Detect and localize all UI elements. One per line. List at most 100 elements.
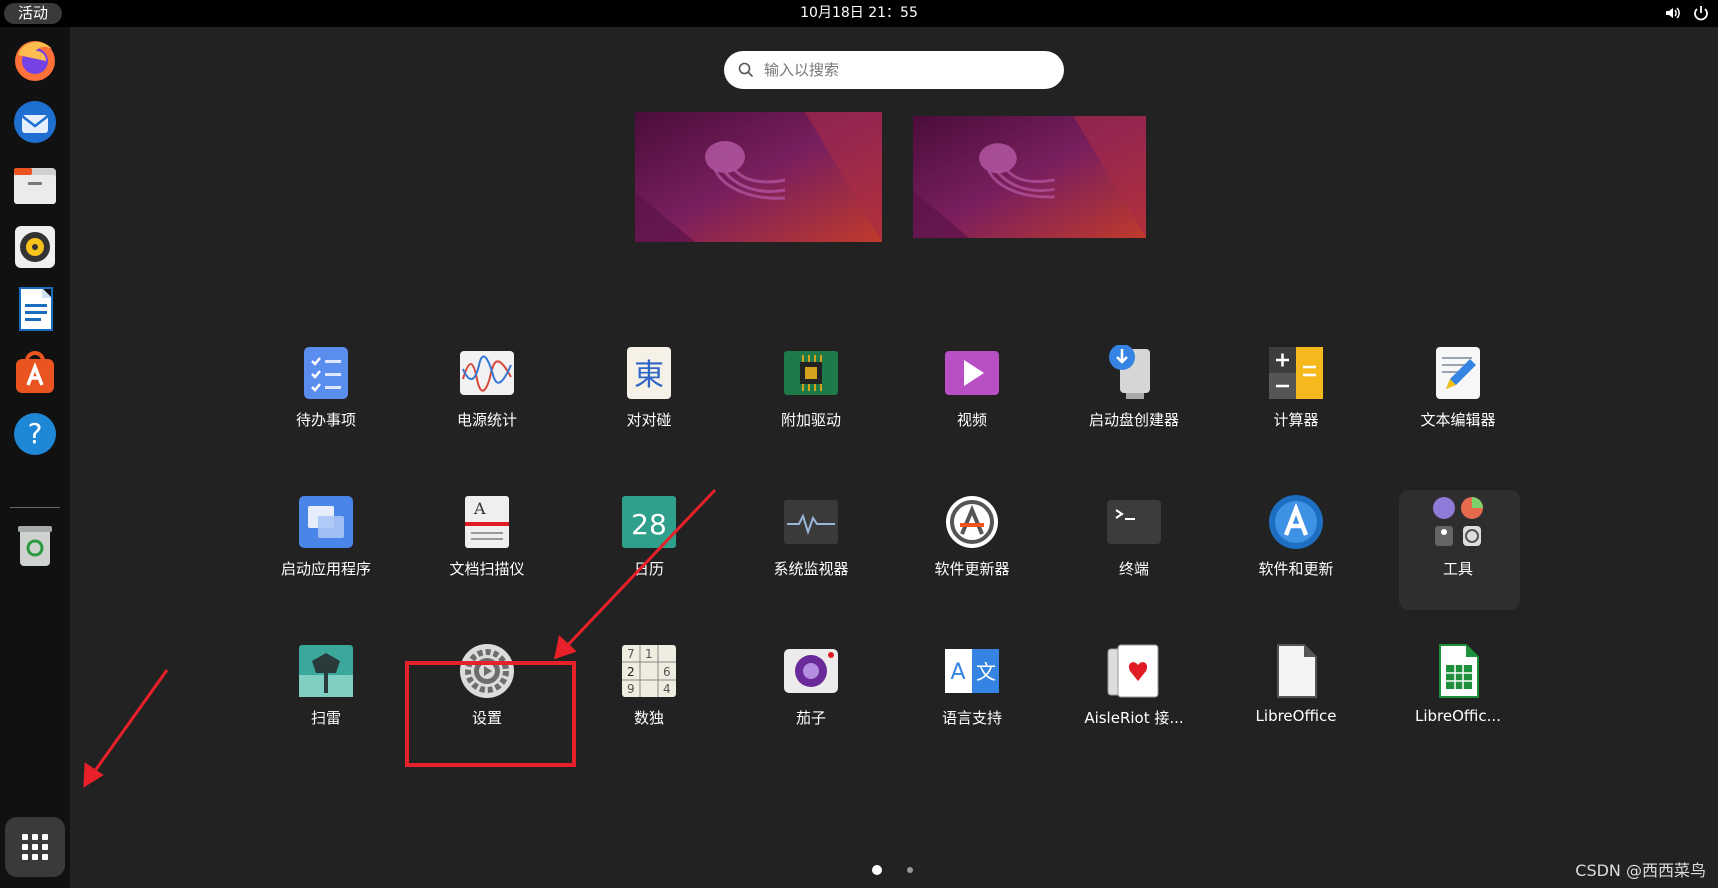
software-updater-icon — [946, 496, 998, 548]
power-icon[interactable] — [1692, 4, 1710, 22]
sudoku-icon: 7 12 6 9 4 — [622, 645, 676, 697]
annotation-highlight-box — [405, 661, 576, 767]
app-mines[interactable]: 扫雷 — [251, 611, 401, 751]
workspace-thumbnail-1[interactable] — [635, 112, 882, 242]
calendar-day: 28 — [631, 508, 667, 541]
app-label: LibreOffic... — [1415, 707, 1501, 725]
app-videos[interactable]: 视频 — [897, 313, 1047, 453]
mines-icon — [299, 645, 353, 697]
dock-item-rhythmbox[interactable] — [10, 222, 60, 272]
app-language-support[interactable]: A 文 语言支持 — [897, 611, 1047, 751]
app-label: 对对碰 — [626, 411, 672, 429]
app-label: 茄子 — [795, 709, 826, 727]
libreoffice-icon — [1277, 644, 1317, 698]
app-label: 软件更新器 — [934, 560, 1010, 578]
app-calendar[interactable]: 28 日历 — [574, 462, 724, 602]
app-sudoku[interactable]: 712 6 9 4 数独 — [574, 611, 724, 751]
video-play-icon — [945, 351, 999, 395]
dock-item-trash[interactable] — [10, 520, 60, 570]
search-icon — [738, 62, 754, 78]
terminal-icon — [1107, 500, 1161, 544]
mahjongg-icon: 東 — [627, 347, 671, 399]
dock-item-thunderbird[interactable] — [10, 97, 60, 147]
app-label: 系统监视器 — [773, 560, 849, 578]
app-label: AisleRiot 接... — [1084, 709, 1184, 727]
clock[interactable]: 10月18日 21：55 — [0, 0, 1718, 27]
wallpaper-jellyfish-image — [913, 116, 1146, 238]
app-label: 文档扫描仪 — [449, 560, 525, 578]
show-apps-button[interactable] — [5, 817, 65, 877]
app-label: 终端 — [1118, 560, 1149, 578]
power-stats-icon — [460, 351, 514, 395]
app-software-updater[interactable]: 软件更新器 — [897, 462, 1047, 602]
app-label: 计算器 — [1273, 411, 1319, 429]
help-icon: ? — [14, 413, 56, 455]
writer-icon — [19, 287, 53, 331]
dock-item-firefox[interactable] — [10, 35, 60, 85]
app-label: 待办事项 — [295, 411, 356, 429]
app-power-statistics[interactable]: 电源统计 — [412, 313, 562, 453]
calculator-icon — [1269, 347, 1323, 399]
dock-item-writer[interactable] — [10, 284, 60, 334]
app-label: 电源统计 — [456, 411, 517, 429]
app-label: 工具 — [1442, 560, 1473, 578]
svg-text:2: 2 — [627, 665, 635, 679]
page-indicator-1[interactable] — [872, 865, 882, 875]
thunderbird-icon — [14, 101, 56, 143]
dock-item-software[interactable] — [10, 347, 60, 397]
app-text-editor[interactable]: 文本编辑器 — [1383, 313, 1533, 453]
app-label: 数独 — [633, 709, 664, 727]
calendar-icon: 28 — [622, 496, 676, 548]
volume-icon[interactable] — [1664, 4, 1682, 22]
watermark: CSDN @西西菜鸟 — [1575, 861, 1706, 880]
text-editor-icon — [1436, 347, 1480, 399]
app-label: 文本编辑器 — [1420, 411, 1496, 429]
app-label: 附加驱动 — [780, 411, 841, 429]
svg-text:9: 9 — [627, 682, 635, 696]
system-tray[interactable] — [1664, 4, 1710, 22]
todo-icon — [304, 347, 348, 399]
startup-apps-icon — [299, 496, 353, 548]
svg-text:文: 文 — [976, 660, 996, 684]
app-label: 软件和更新 — [1258, 560, 1334, 578]
files-icon — [14, 168, 56, 204]
dock-item-files[interactable] — [10, 160, 60, 210]
app-startup-disk-creator[interactable]: 启动盘创建器 — [1059, 313, 1209, 453]
svg-text:6: 6 — [663, 665, 671, 679]
svg-text:A: A — [950, 660, 965, 685]
app-software-and-updates[interactable]: 软件和更新 — [1221, 462, 1371, 602]
app-aisleriot[interactable]: AisleRiot 接... — [1059, 611, 1209, 751]
scanner-icon: A — [465, 496, 509, 548]
tools-folder-icon — [1433, 497, 1483, 546]
app-cheese[interactable]: 茄子 — [736, 611, 886, 751]
calc-icon — [1439, 644, 1479, 698]
dock: ? — [0, 27, 70, 888]
svg-text:A: A — [473, 499, 486, 518]
cheese-camera-icon — [784, 649, 838, 693]
app-label: 日历 — [633, 560, 664, 578]
app-terminal[interactable]: 终端 — [1059, 462, 1209, 602]
app-libreoffice[interactable]: LibreOffice — [1221, 611, 1371, 751]
app-document-scanner[interactable]: A 文档扫描仪 — [412, 462, 562, 602]
app-additional-drivers[interactable]: 附加驱动 — [736, 313, 886, 453]
svg-text:1: 1 — [645, 647, 653, 661]
page-indicator-2[interactable] — [907, 867, 913, 873]
software-icon — [16, 351, 54, 393]
app-mahjongg[interactable]: 東 对对碰 — [574, 313, 724, 453]
usb-creator-icon — [1109, 344, 1150, 399]
search-input[interactable] — [764, 51, 1054, 89]
app-label: 启动盘创建器 — [1088, 411, 1179, 429]
search-box[interactable] — [724, 51, 1064, 89]
app-startup-applications[interactable]: 启动应用程序 — [251, 462, 401, 602]
svg-text:東: 東 — [634, 358, 664, 393]
app-folder-tools[interactable]: 工具 — [1383, 462, 1533, 602]
dock-separator — [10, 507, 60, 508]
software-properties-icon — [1269, 495, 1323, 549]
workspace-thumbnail-2[interactable] — [913, 116, 1146, 238]
dock-item-help[interactable]: ? — [10, 409, 60, 459]
app-label: 启动应用程序 — [280, 560, 371, 578]
app-todo[interactable]: 待办事项 — [251, 313, 401, 453]
app-libreoffice-calc[interactable]: LibreOffic... — [1383, 611, 1533, 751]
app-system-monitor[interactable]: 系统监视器 — [736, 462, 886, 602]
app-calculator[interactable]: 计算器 — [1221, 313, 1371, 453]
